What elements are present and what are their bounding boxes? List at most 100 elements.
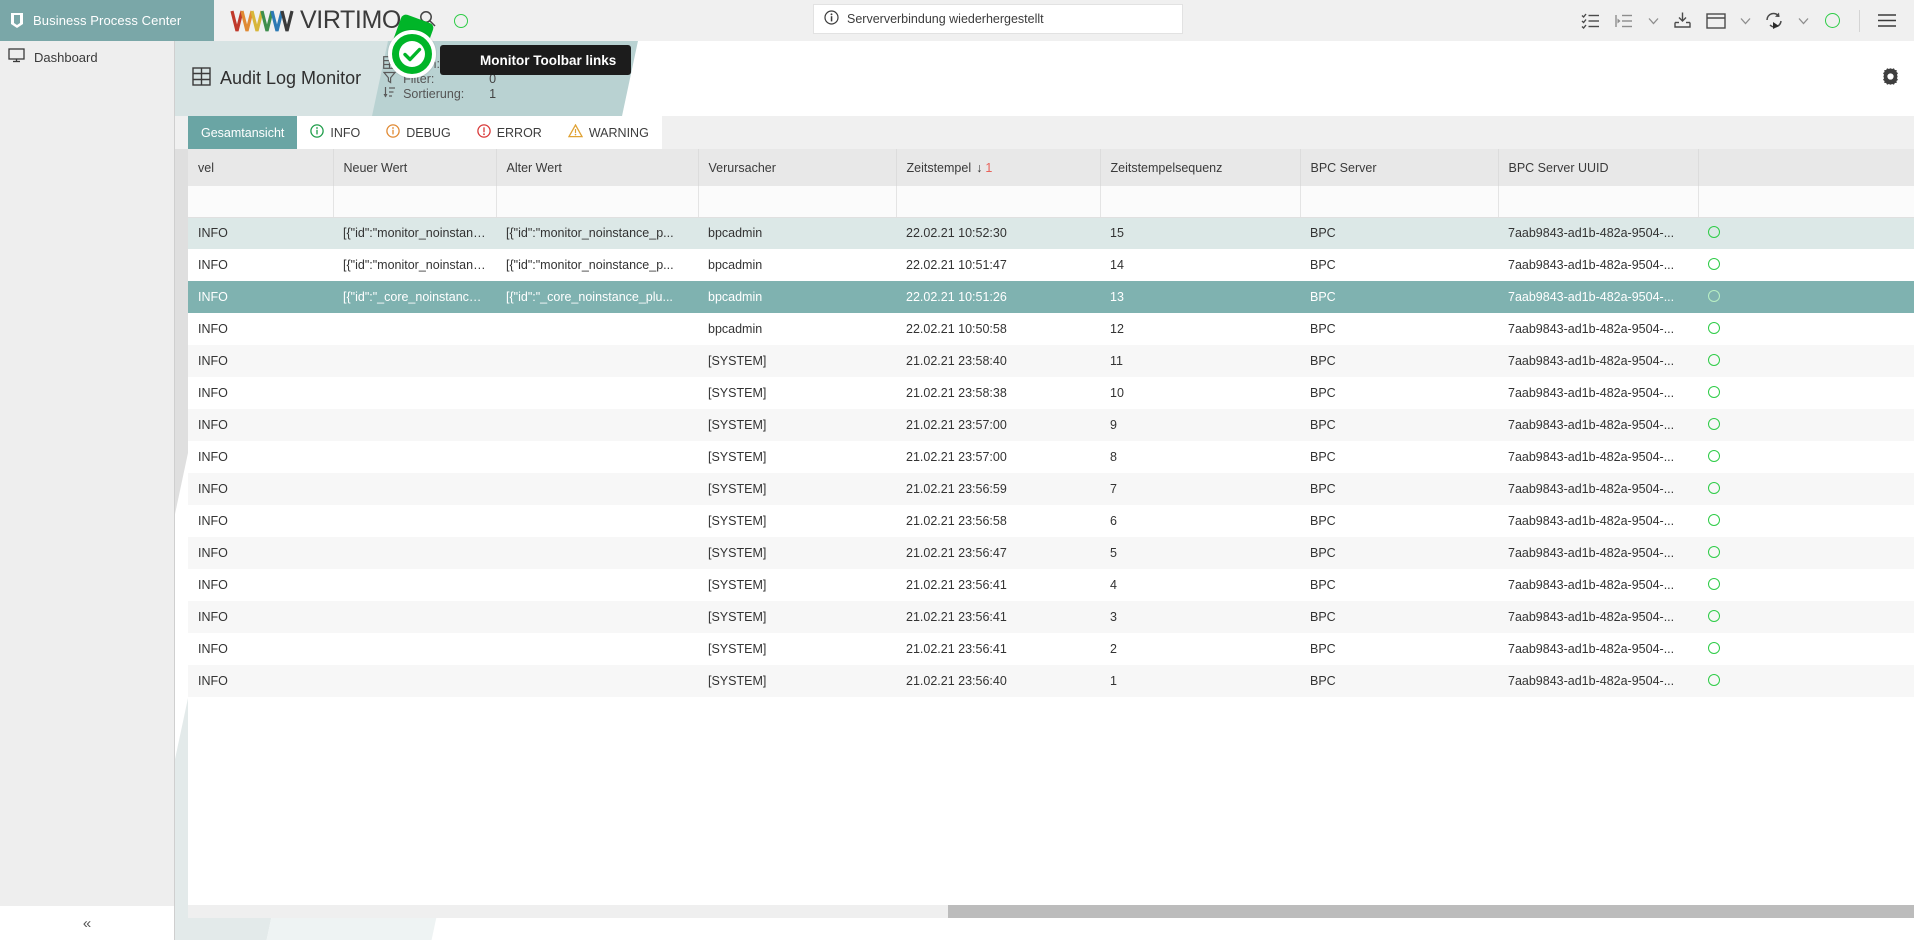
chevron-down-icon[interactable] — [1733, 0, 1757, 41]
table-filter-row — [188, 186, 1914, 217]
status-circle-icon[interactable] — [454, 14, 468, 28]
table-row[interactable]: INFO[{"id":"_core_noinstance_plu...[{"id… — [188, 281, 1914, 313]
cell-uuid: 7aab9843-ad1b-482a-9504-... — [1498, 377, 1698, 409]
filter-icon — [383, 71, 396, 87]
filter-cell-4[interactable] — [896, 186, 1100, 217]
cell-level: INFO — [188, 665, 333, 697]
column-header-zeitstempel[interactable]: Zeitstempel↓1 — [896, 149, 1100, 186]
cell-uuid: 7aab9843-ad1b-482a-9504-... — [1498, 633, 1698, 665]
table-row[interactable]: INFO[SYSTEM]21.02.21 23:58:3810BPC7aab98… — [188, 377, 1914, 409]
filter-cell-5[interactable] — [1100, 186, 1300, 217]
row-status-circle-icon — [1708, 418, 1720, 430]
column-header-zeitstempelsequenz[interactable]: Zeitstempelsequenz — [1100, 149, 1300, 186]
scrollbar-thumb[interactable] — [188, 905, 948, 918]
tab-warning[interactable]: WARNING — [555, 116, 662, 149]
table-row[interactable]: INFO[SYSTEM]21.02.21 23:56:401BPC7aab984… — [188, 665, 1914, 697]
indent-list-icon[interactable] — [1607, 0, 1641, 41]
cell-alter_wert — [496, 505, 698, 537]
virtimo-logo[interactable]: VIRTIMO — [230, 6, 401, 35]
table-row[interactable]: INFO[{"id":"monitor_noinstance_p...[{"id… — [188, 249, 1914, 281]
chevron-down-icon[interactable] — [1641, 0, 1665, 41]
column-header-label: Alter Wert — [507, 161, 562, 175]
row-status-circle-icon — [1708, 450, 1720, 462]
cell-uuid: 7aab9843-ad1b-482a-9504-... — [1498, 313, 1698, 345]
table-row[interactable]: INFO[SYSTEM]21.02.21 23:57:008BPC7aab984… — [188, 441, 1914, 473]
tab-info[interactable]: INFO — [297, 116, 373, 149]
cell-alter_wert — [496, 569, 698, 601]
tab-gesamtansicht[interactable]: Gesamtansicht — [188, 116, 297, 149]
stat-sortierung[interactable]: Sortierung: 1 — [383, 87, 496, 101]
table-row[interactable]: INFO[{"id":"monitor_noinstance_p...[{"id… — [188, 217, 1914, 249]
gear-icon[interactable] — [1881, 67, 1900, 91]
table-row[interactable]: INFO[SYSTEM]21.02.21 23:58:4011BPC7aab98… — [188, 345, 1914, 377]
column-header-alter-wert[interactable]: Alter Wert — [496, 149, 698, 186]
chevron-down-icon[interactable] — [1791, 0, 1815, 41]
virtimo-mark-icon — [230, 8, 298, 34]
row-status-circle-icon — [1708, 290, 1720, 302]
brand-box[interactable]: Business Process Center — [0, 0, 214, 41]
horizontal-scrollbar[interactable] — [188, 905, 1914, 918]
sidebar-collapse-button[interactable]: « — [0, 906, 174, 940]
column-header-verursacher[interactable]: Verursacher — [698, 149, 896, 186]
table-row[interactable]: INFO[SYSTEM]21.02.21 23:57:009BPC7aab984… — [188, 409, 1914, 441]
checklist-icon[interactable] — [1573, 0, 1607, 41]
cell-level: INFO — [188, 505, 333, 537]
header-divider — [1859, 10, 1860, 32]
cell-verursacher: [SYSTEM] — [698, 505, 896, 537]
cell-level: INFO — [188, 601, 333, 633]
audit-log-table-container: velNeuer WertAlter WertVerursacherZeitst… — [188, 149, 1914, 914]
window-icon[interactable] — [1699, 0, 1733, 41]
filter-cell-1[interactable] — [333, 186, 496, 217]
scrollbar-track[interactable] — [948, 905, 1914, 918]
cell-status — [1698, 441, 1914, 473]
cell-level: INFO — [188, 409, 333, 441]
column-header-neuer-wert[interactable]: Neuer Wert — [333, 149, 496, 186]
table-row[interactable]: INFObpcadmin22.02.21 10:50:5812BPC7aab98… — [188, 313, 1914, 345]
column-header-label: Zeitstempelsequenz — [1111, 161, 1223, 175]
tab-error[interactable]: ERROR — [464, 116, 555, 149]
cell-uuid: 7aab9843-ad1b-482a-9504-... — [1498, 441, 1698, 473]
table-row[interactable]: INFO[SYSTEM]21.02.21 23:56:412BPC7aab984… — [188, 633, 1914, 665]
cell-server: BPC — [1300, 601, 1498, 633]
cell-alter_wert — [496, 345, 698, 377]
sync-icon[interactable] — [1757, 0, 1791, 41]
row-status-circle-icon — [1708, 642, 1720, 654]
download-tray-icon[interactable] — [1665, 0, 1699, 41]
cell-neuer_wert — [333, 377, 496, 409]
cell-verursacher: [SYSTEM] — [698, 409, 896, 441]
column-header-vel[interactable]: vel — [188, 149, 333, 186]
table-row[interactable]: INFO[SYSTEM]21.02.21 23:56:413BPC7aab984… — [188, 601, 1914, 633]
connection-status-icon[interactable] — [1815, 0, 1849, 41]
filter-cell-8[interactable] — [1698, 186, 1914, 217]
column-header-label: vel — [198, 161, 214, 175]
filter-cell-2[interactable] — [496, 186, 698, 217]
filter-cell-0[interactable] — [188, 186, 333, 217]
cell-alter_wert — [496, 441, 698, 473]
filter-cell-3[interactable] — [698, 186, 896, 217]
table-row[interactable]: INFO[SYSTEM]21.02.21 23:56:414BPC7aab984… — [188, 569, 1914, 601]
notification-banner[interactable]: Serververbindung wiederhergestellt — [813, 4, 1183, 34]
cell-status — [1698, 377, 1914, 409]
cell-neuer_wert: [{"id":"monitor_noinstance_p... — [333, 217, 496, 249]
cell-neuer_wert — [333, 601, 496, 633]
table-row[interactable]: INFO[SYSTEM]21.02.21 23:56:475BPC7aab984… — [188, 537, 1914, 569]
cell-neuer_wert — [333, 537, 496, 569]
table-grid-icon — [192, 67, 211, 91]
column-header-status[interactable] — [1698, 149, 1914, 186]
filter-cell-6[interactable] — [1300, 186, 1498, 217]
column-header-bpc-server[interactable]: BPC Server — [1300, 149, 1498, 186]
hamburger-menu-icon[interactable] — [1870, 0, 1904, 41]
tab-debug[interactable]: DEBUG — [373, 116, 463, 149]
filter-cell-7[interactable] — [1498, 186, 1698, 217]
cell-alter_wert: [{"id":"monitor_noinstance_p... — [496, 249, 698, 281]
column-header-bpc-server-uuid[interactable]: BPC Server UUID — [1498, 149, 1698, 186]
sidebar-item-dashboard[interactable]: Dashboard — [0, 41, 174, 73]
row-status-circle-icon — [1708, 386, 1720, 398]
table-row[interactable]: INFO[SYSTEM]21.02.21 23:56:586BPC7aab984… — [188, 505, 1914, 537]
sort-icon — [383, 86, 396, 102]
cell-server: BPC — [1300, 441, 1498, 473]
row-status-circle-icon — [1708, 354, 1720, 366]
checkmark-icon — [388, 30, 436, 78]
sidebar-item-label: Dashboard — [34, 50, 98, 65]
table-row[interactable]: INFO[SYSTEM]21.02.21 23:56:597BPC7aab984… — [188, 473, 1914, 505]
